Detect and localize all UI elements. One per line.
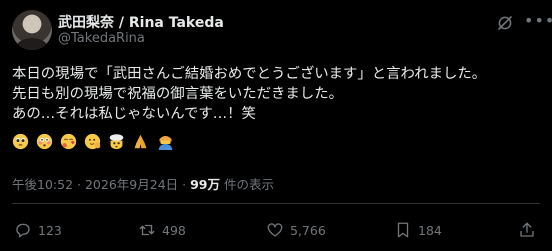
separator-dot: · [77,177,81,192]
exploding-head-icon [110,134,124,150]
pleading-face-icon [12,133,29,150]
bookmark-icon [397,222,409,238]
tweet-text: 本日の現場で「武田さんご結婚おめでとうございます」と言われました。 先日も別の現… [12,64,542,124]
post-date[interactable]: 2026年9月24日 [85,177,178,192]
flushed-face-icon [36,133,53,150]
reply-count: 123 [38,222,62,238]
avatar-shoulders [16,38,48,50]
emoji-row [12,133,176,153]
bookmark-button[interactable]: 184 [394,219,442,241]
separator-dot: · [182,177,187,192]
tweet-line: あの…それは私じゃないんです…！笑 [12,106,256,122]
bookmark-count: 184 [418,222,442,238]
person-bowing-icon [158,135,172,150]
more-options-icon[interactable]: ••• [524,13,552,32]
repost-count: 498 [162,222,186,238]
heart-icon [267,223,283,237]
repost-icon [139,224,155,236]
action-bar: 123 498 5,766 184 [12,219,540,241]
avatar[interactable] [12,10,52,50]
post-time[interactable]: 午後10:52 [12,177,73,192]
person-raising-hand-icon [85,133,101,150]
timestamp-line[interactable]: 午後10:52 · 2026年9月24日 · 99万 件の表示 [12,174,274,193]
folded-hands-icon [135,134,147,149]
grok-icon[interactable] [496,14,514,32]
reply-icon [16,223,30,238]
share-icon [520,222,534,237]
like-count: 5,766 [290,222,326,238]
face-blowing-kiss-icon [61,133,77,150]
user-handle[interactable]: @TakedaRina [58,31,145,46]
like-button[interactable]: 5,766 [266,219,326,241]
display-name[interactable]: 武田梨奈 / Rina Takeda [58,12,224,32]
reply-button[interactable]: 123 [14,219,62,241]
views-count[interactable]: 99万 [190,177,220,192]
tweet-line: 本日の現場で「武田さんご結婚おめでとうございます」と言われました。 [12,66,487,82]
views-label: 件の表示 [224,177,275,192]
repost-button[interactable]: 498 [138,219,186,241]
divider [12,203,540,204]
share-button[interactable] [518,219,542,241]
tweet-line: 先日も別の現場で祝福の御言葉をいただきました。 [12,86,343,102]
